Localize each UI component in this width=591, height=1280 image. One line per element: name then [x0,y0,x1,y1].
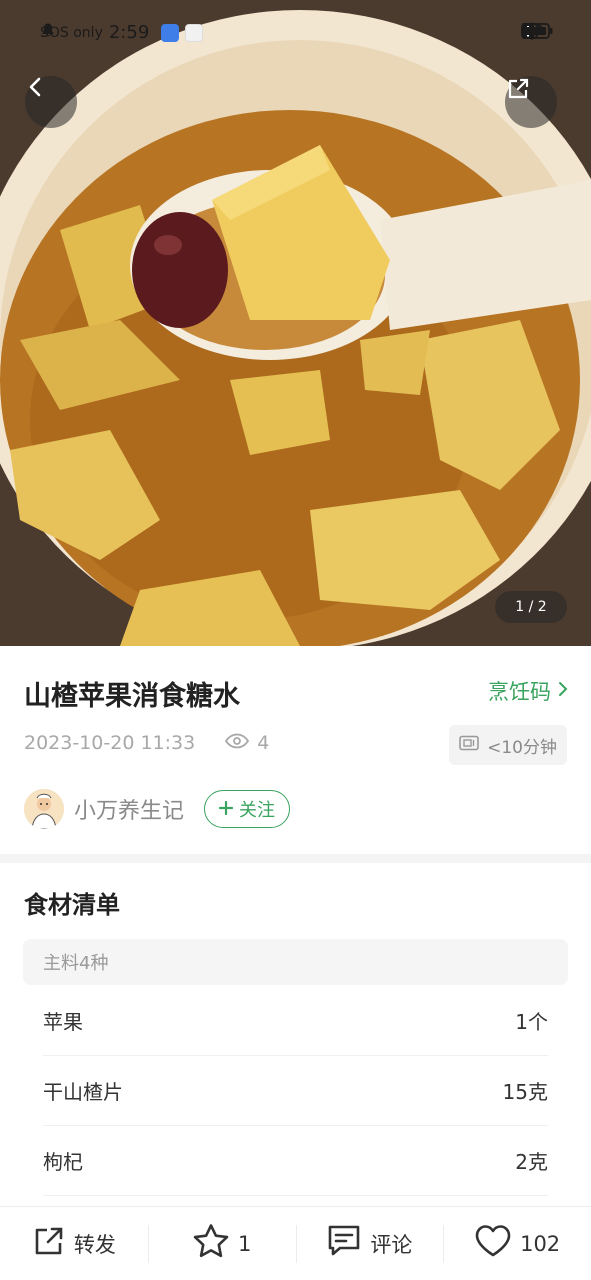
like-button[interactable]: 102 [443,1207,591,1280]
follow-button[interactable]: 关注 [204,790,291,828]
star-icon [192,1223,230,1264]
cook-code-link[interactable]: 烹饪码 [488,676,569,706]
recipe-photo[interactable]: SOS only 2:59 1 / 2 [0,0,591,646]
ingredient-amount: 15克 [502,1080,548,1104]
bottom-action-bar: 转发 1 评论 102 [0,1206,591,1280]
eye-icon [225,732,250,754]
favorite-button[interactable]: 1 [147,1207,296,1280]
duration-badge: <10分钟 [449,725,567,765]
status-bar: SOS only 2:59 [0,0,591,64]
share-button[interactable] [505,76,557,128]
forward-button[interactable]: 转发 [0,1207,148,1280]
list-item[interactable]: 干山楂片 15克 [43,1056,548,1126]
section-divider [0,854,591,863]
heart-icon [474,1224,512,1263]
follow-label: 关注 [239,800,276,821]
list-item[interactable]: 枸杞 2克 [43,1126,548,1196]
comment-button[interactable]: 评论 [295,1207,444,1280]
comment-label: 评论 [370,1232,413,1257]
forward-label: 转发 [73,1232,116,1257]
duration-text: <10分钟 [487,737,557,758]
view-count: 4 [225,732,269,754]
app-notification-icon [161,23,180,42]
ingredient-amount: 2克 [515,1150,548,1174]
app-notification-icon-2 [185,23,204,42]
list-item[interactable]: 苹果 1个 [43,986,548,1056]
cook-code-label: 烹饪码 [488,680,551,704]
chevron-right-icon [557,679,569,703]
forward-icon [32,1224,66,1263]
image-page-indicator: 1 / 2 [495,591,567,623]
publish-date: 2023-10-20 11:33 [24,732,196,754]
comment-icon [326,1224,362,1263]
recipe-title: 山楂苹果消食糖水 [24,681,240,712]
favorite-count: 1 [237,1231,252,1256]
ingredient-name: 枸杞 [43,1150,83,1174]
ingredient-group-header: 主料4种 [23,939,568,985]
recipe-meta: 2023-10-20 11:33 4 [24,732,269,754]
soup-bowl-illustration [0,0,591,646]
like-count: 102 [520,1231,561,1256]
ingredient-list: 苹果 1个 干山楂片 15克 枸杞 2克 [43,986,548,1196]
avatar[interactable] [24,789,64,829]
ingredient-name: 干山楂片 [43,1080,123,1104]
ingredients-title: 食材清单 [24,891,120,919]
plus-icon [218,799,234,820]
back-button[interactable] [25,76,77,128]
timer-icon [459,735,479,756]
ingredient-name: 苹果 [43,1010,83,1034]
clock: 2:59 [108,22,150,43]
author-row: 小万养生记 关注 [24,789,291,829]
author-name[interactable]: 小万养生记 [74,793,184,825]
view-count-value: 4 [257,732,270,754]
ingredient-amount: 1个 [515,1010,548,1034]
